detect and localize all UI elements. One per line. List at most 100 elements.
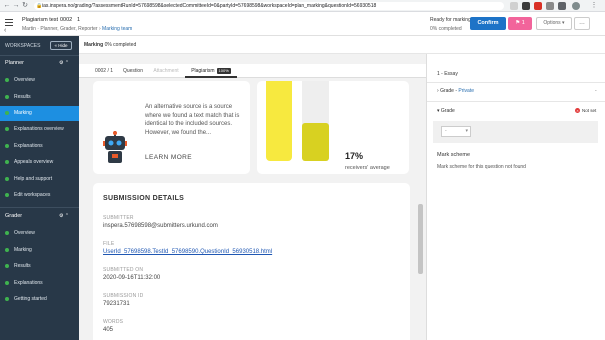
planner-section-heading[interactable]: Planner	[5, 60, 24, 66]
similarity-bar	[266, 81, 292, 161]
mark-scheme-text: Mark scheme for this question not found	[437, 164, 526, 170]
address-bar[interactable]: 🔒 ias.inspera.no/grading/?assessmentRunI…	[34, 2, 504, 10]
status-dot-icon	[5, 281, 9, 285]
extension-icon[interactable]	[558, 2, 566, 10]
sidebar-item-grader-overview[interactable]: Overview	[0, 226, 79, 241]
file-label: FILE	[103, 241, 115, 247]
status-dot-icon	[5, 297, 9, 301]
planner-settings-icon[interactable]: ⚙ ⌃	[59, 60, 69, 66]
question-title: 1 - Essay	[437, 71, 458, 77]
chevron-down-icon: ▾	[562, 20, 565, 26]
ready-status: Ready for marking	[430, 17, 471, 23]
status-dot-icon	[5, 231, 9, 235]
not-set-label: Not set	[582, 108, 597, 113]
status-dot-icon	[5, 95, 9, 99]
status-dot-icon	[5, 177, 9, 181]
grader-section-heading[interactable]: Grader	[5, 213, 22, 219]
grade-private-label: Private	[458, 88, 474, 94]
browser-toolbar: ← → ↻ 🔒 ias.inspera.no/grading/?assessme…	[0, 0, 605, 12]
submission-details-card: SUBMISSION DETAILS SUBMITTER inspera.576…	[93, 183, 410, 340]
status-dot-icon	[5, 193, 9, 197]
lock-icon: 🔒	[36, 3, 43, 9]
average-percentage: 17%	[345, 151, 364, 161]
sidebar-item-help-support[interactable]: Help and support	[0, 172, 79, 187]
sidebar-item-edit-workspaces[interactable]: Edit workspaces	[0, 188, 79, 203]
mark-scheme-title: Mark scheme	[437, 152, 471, 158]
content-scrollbar[interactable]	[418, 204, 423, 274]
url-text: ias.inspera.no/grading/?assessmentRunId=…	[42, 3, 377, 9]
profile-avatar-icon[interactable]	[572, 2, 580, 10]
sidebar-item-getting-started[interactable]: Getting started	[0, 292, 79, 307]
sidebar: WORKSPACES « Hide Planner ⚙ ⌃ Overview R…	[0, 36, 79, 340]
robot-icon	[103, 131, 127, 163]
similarity-card: 17% receivers' average	[257, 81, 409, 174]
status-dot-icon	[5, 111, 9, 115]
chevron-down-icon: ▾	[465, 128, 468, 134]
main-content: 0002 / 1 Question Attachment Plagiarism 1…	[79, 54, 426, 340]
alternative-source-card: An alternative source is a source where …	[93, 81, 250, 174]
breadcrumb-link-marking-team[interactable]: Marking team	[102, 26, 132, 32]
extension-icon[interactable]	[522, 2, 530, 10]
status-dot-icon	[5, 160, 9, 164]
file-link[interactable]: UserId_57698598.TestId_57698590.Question…	[103, 249, 272, 255]
grade-visibility[interactable]: › Grade - Private	[437, 88, 474, 94]
hamburger-menu-icon[interactable]	[5, 19, 13, 26]
sidebar-item-grader-results[interactable]: Results	[0, 259, 79, 274]
submission-id-label: SUBMISSION ID	[103, 293, 144, 299]
sidebar-item-planner-explanations[interactable]: Explanations	[0, 139, 79, 154]
completion-status: 0% completed	[430, 26, 462, 32]
submitted-on-label: SUBMITTED ON	[103, 267, 144, 273]
submitter-value: inspera.57698598@submitters.urkund.com	[103, 223, 218, 229]
grade-section-toggle[interactable]: ▾ Grade	[437, 108, 455, 114]
words-label: WORDS	[103, 319, 124, 325]
words-value: 405	[103, 327, 114, 333]
tab-question[interactable]: Question	[119, 64, 147, 78]
status-dot-icon	[5, 127, 9, 131]
browser-menu-icon[interactable]: ⋮	[590, 2, 598, 10]
sidebar-item-planner-overview[interactable]: Overview	[0, 73, 79, 88]
flag-count: 1	[521, 20, 525, 26]
marking-status-bar: Marking 0% completed	[79, 36, 605, 54]
grading-panel: 1 - Essay › Grade - Private - ▾ Grade × N…	[426, 54, 605, 340]
forward-arrow-icon[interactable]: →	[12, 2, 20, 10]
more-button[interactable]: …	[574, 17, 590, 30]
grader-settings-icon[interactable]: ⚙ ⌃	[59, 213, 69, 219]
status-dot-icon	[5, 144, 9, 148]
tab-question-number[interactable]: 0002 / 1	[89, 64, 119, 78]
tab-bar: 0002 / 1 Question Attachment Plagiarism 1…	[79, 64, 426, 78]
submission-id-value: 79231731	[103, 301, 130, 307]
sidebar-item-appeals-overview[interactable]: Appeals overview	[0, 155, 79, 170]
grade-visibility-value: -	[595, 88, 597, 94]
status-dot-icon	[5, 264, 9, 268]
back-arrow-icon[interactable]: ←	[3, 2, 11, 10]
sidebar-item-grader-explanations[interactable]: Explanations	[0, 276, 79, 291]
submitted-on-value: 2020-09-16T11:32:00	[103, 275, 161, 281]
reload-icon[interactable]: ↻	[21, 2, 29, 10]
marking-progress-value: 0% completed	[104, 42, 137, 48]
breadcrumb: Martin · Planner, Grader, Reporter › Mar…	[22, 26, 132, 32]
hide-sidebar-button[interactable]: « Hide	[50, 41, 72, 50]
back-chevron-icon[interactable]: ‹	[4, 27, 6, 34]
sidebar-item-explanations-overview[interactable]: Explanations overview	[0, 122, 79, 137]
status-dot-icon	[5, 78, 9, 82]
options-dropdown[interactable]: Options ▾	[536, 17, 572, 30]
sidebar-item-grader-marking[interactable]: Marking	[0, 243, 79, 258]
average-bar	[302, 123, 329, 161]
alternative-source-text: An alternative source is a source where …	[145, 104, 240, 136]
flag-button[interactable]: ⚑ 1	[508, 17, 532, 30]
breadcrumb-people: Martin · Planner, Grader, Reporter	[22, 26, 98, 32]
options-label: Options	[543, 20, 561, 26]
extension-icon[interactable]	[534, 2, 542, 10]
marking-progress: Marking 0% completed	[84, 42, 136, 48]
plagiarism-badge: 100%	[216, 68, 231, 74]
learn-more-link[interactable]: LEARN MORE	[145, 154, 192, 161]
grade-select[interactable]: - ▾	[441, 126, 471, 137]
confirm-button[interactable]: Confirm	[470, 17, 506, 30]
average-percentage-label: receivers' average	[345, 165, 390, 171]
sidebar-item-planner-results[interactable]: Results	[0, 90, 79, 105]
star-icon[interactable]	[510, 2, 518, 10]
extension-icon[interactable]	[546, 2, 554, 10]
tab-plagiarism[interactable]: Plagiarism 100%	[185, 64, 237, 78]
tab-attachment: Attachment	[153, 68, 179, 74]
sidebar-item-planner-marking[interactable]: Marking	[0, 106, 79, 121]
